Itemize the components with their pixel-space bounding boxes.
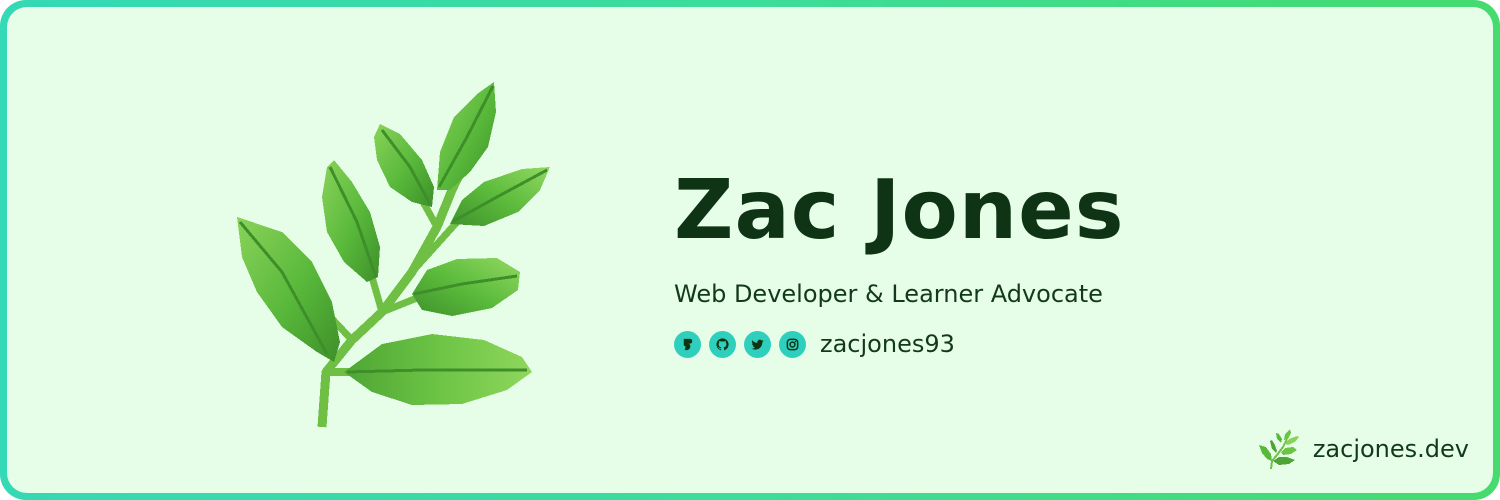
profile-tagline: Web Developer & Learner Advocate: [674, 280, 1103, 308]
leaf-logo-icon: [1258, 429, 1299, 470]
leaf-branch-icon: [237, 82, 550, 428]
website-link[interactable]: zacjones.dev: [1257, 427, 1469, 471]
egghead-icon[interactable]: [674, 330, 701, 358]
profile-name: Zac Jones: [674, 163, 1125, 258]
social-handle[interactable]: zacjones93: [820, 332, 955, 356]
twitter-icon[interactable]: [744, 330, 771, 358]
social-links: zacjones93: [674, 329, 955, 359]
github-icon[interactable]: [709, 330, 736, 358]
website-label[interactable]: zacjones.dev: [1313, 437, 1469, 461]
banner-card: Zac Jones Web Developer & Learner Advoca…: [7, 7, 1493, 493]
instagram-icon[interactable]: [779, 330, 806, 358]
banner-border: Zac Jones Web Developer & Learner Advoca…: [0, 0, 1500, 500]
